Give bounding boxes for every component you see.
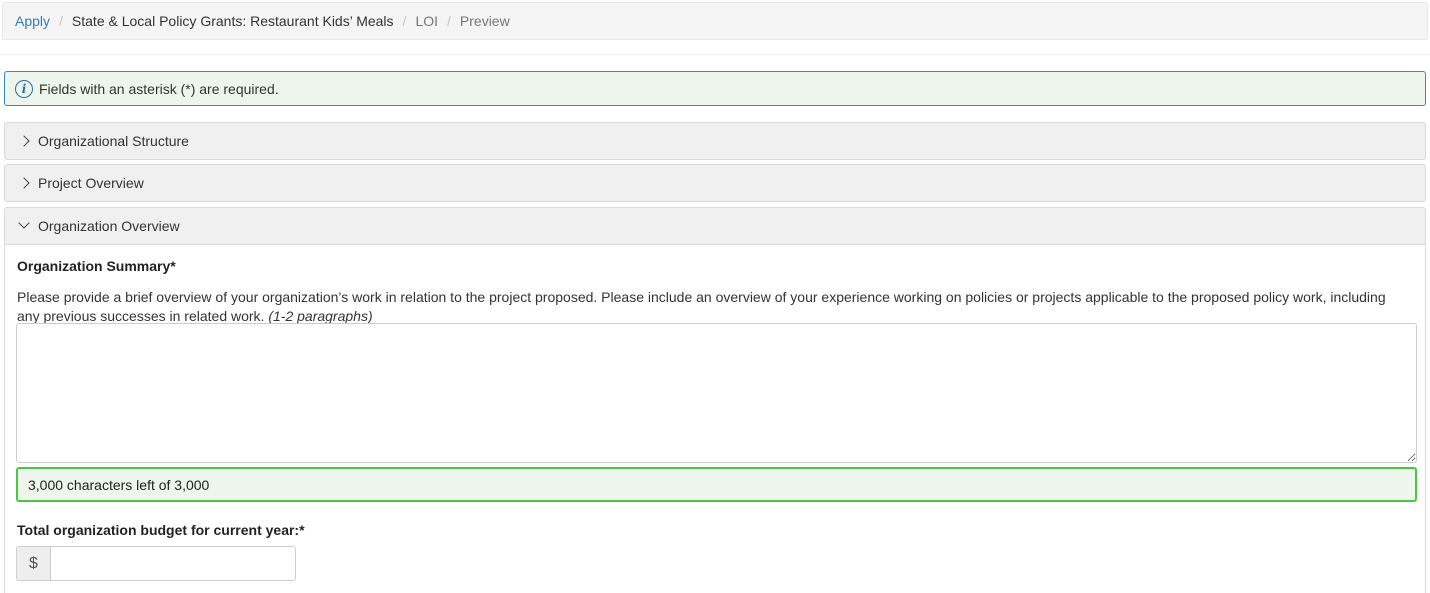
section-title: Project Overview <box>38 175 144 191</box>
section-title: Organizational Structure <box>38 133 189 149</box>
breadcrumb: Apply / State & Local Policy Grants: Res… <box>2 2 1428 40</box>
breadcrumb-separator: / <box>59 13 63 29</box>
chevron-right-icon <box>17 176 31 191</box>
breadcrumb-separator: / <box>447 13 451 29</box>
chevron-right-icon <box>17 134 31 149</box>
section-organization-overview-panel: Organization Overview Organization Summa… <box>4 207 1426 593</box>
required-fields-alert: i Fields with an asterisk (*) are requir… <box>4 71 1426 106</box>
section-organization-overview[interactable]: Organization Overview <box>5 208 1425 245</box>
chevron-down-icon <box>17 219 31 234</box>
alert-text: Fields with an asterisk (*) are required… <box>39 80 279 97</box>
organization-summary-textarea[interactable] <box>16 323 1417 463</box>
currency-addon: $ <box>16 546 50 581</box>
breadcrumb-loi: LOI <box>415 13 439 29</box>
header-divider <box>0 54 1430 55</box>
breadcrumb-preview: Preview <box>459 13 510 29</box>
breadcrumb-apply-link[interactable]: Apply <box>15 13 50 29</box>
budget-label: Total organization budget for current ye… <box>17 522 305 538</box>
breadcrumb-program: State & Local Policy Grants: Restaurant … <box>71 13 394 29</box>
info-icon: i <box>15 79 33 98</box>
budget-input[interactable] <box>50 546 296 581</box>
help-hint: (1-2 paragraphs) <box>268 308 373 324</box>
section-organizational-structure[interactable]: Organizational Structure <box>4 122 1426 160</box>
help-text: Please provide a brief overview of your … <box>17 289 1386 324</box>
section-title: Organization Overview <box>38 218 180 234</box>
budget-input-group: $ <box>16 546 296 581</box>
character-counter: 3,000 characters left of 3,000 <box>16 467 1417 502</box>
organization-summary-help: Please provide a brief overview of your … <box>17 288 1407 326</box>
organization-summary-label: Organization Summary* <box>17 258 176 274</box>
breadcrumb-separator: / <box>402 13 407 29</box>
section-project-overview[interactable]: Project Overview <box>4 164 1426 202</box>
